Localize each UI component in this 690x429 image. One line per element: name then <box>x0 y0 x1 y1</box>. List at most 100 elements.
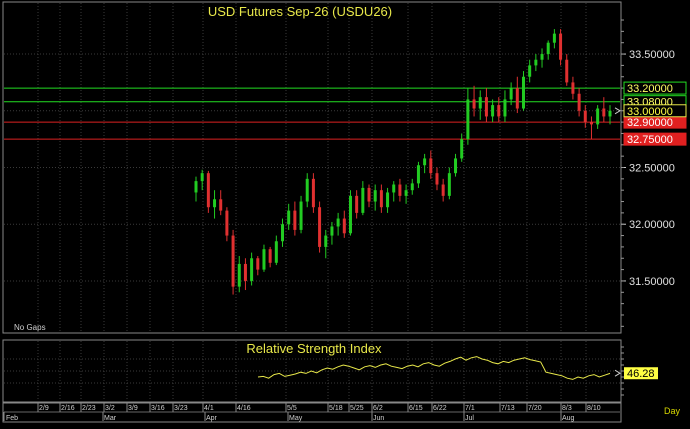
candle-body <box>484 97 488 117</box>
chart-window: USD Futures Sep-26 (USDU26) No Gaps 31.5… <box>0 0 690 424</box>
month-label: May <box>289 415 303 422</box>
candle-body <box>589 122 593 125</box>
candle-body <box>348 195 352 234</box>
candle-body <box>491 105 495 117</box>
candle-body <box>342 218 346 234</box>
candle-body <box>497 105 501 117</box>
candle-body <box>416 165 420 184</box>
candle-body <box>250 258 254 281</box>
candle-body <box>528 65 532 77</box>
candle-body <box>274 241 278 263</box>
candle-body <box>435 173 439 185</box>
price-axis[interactable]: 31.50000 32.00000 32.50000 33.50000 33.20000… <box>614 19 687 327</box>
candle-body <box>336 218 340 227</box>
month-label: Feb <box>6 415 18 422</box>
candle-body <box>243 263 247 281</box>
candle-body <box>478 97 482 109</box>
level-label: 32.90000 <box>627 117 673 129</box>
candle <box>311 173 315 213</box>
time-axis-label: 7/1 <box>465 405 475 412</box>
candle-body <box>225 210 229 236</box>
candle-body <box>441 184 445 196</box>
time-axis-label: 7/13 <box>501 405 515 412</box>
time-axis-label: 2/9 <box>39 405 49 412</box>
candle-body <box>540 54 544 60</box>
candle-body <box>367 187 371 202</box>
period-label[interactable]: Day <box>664 406 681 416</box>
candle-body <box>565 59 569 83</box>
candle-body <box>200 173 204 182</box>
candle-body <box>237 263 241 287</box>
candle-body <box>466 99 470 140</box>
candle-body <box>219 199 223 211</box>
candle-body <box>262 249 266 270</box>
chart-surface: USD Futures Sep-26 (USDU26) No Gaps 31.5… <box>2 1 687 423</box>
candle-body <box>515 88 519 109</box>
last-price-label: 33.00000 <box>627 106 673 118</box>
candle-body <box>392 184 396 193</box>
price-axis-label: 33.50000 <box>629 49 675 61</box>
price-axis-label: 32.00000 <box>629 219 675 231</box>
time-axis-label: 3/2 <box>105 405 115 412</box>
candle-body <box>583 110 587 123</box>
candle-body <box>293 210 297 230</box>
time-axis-label: 6/22 <box>433 405 447 412</box>
candle-body <box>373 190 377 202</box>
candle-body <box>324 235 328 247</box>
candle-body <box>423 158 427 166</box>
candle-body <box>608 110 612 117</box>
time-axis-label: 5/18 <box>329 405 343 412</box>
candle-body <box>410 183 414 191</box>
month-label: Aug <box>562 415 575 422</box>
candle-body <box>546 42 550 55</box>
candle-body <box>552 33 556 43</box>
candle-body <box>386 192 390 208</box>
candle-body <box>596 108 600 125</box>
candle-body <box>256 258 260 270</box>
candle <box>348 190 352 236</box>
candle-body <box>361 187 365 213</box>
level-label: 33.20000 <box>627 83 673 95</box>
candle-body <box>311 178 315 208</box>
rsi-title: Relative Strength Index <box>246 341 382 356</box>
time-axis-label: 6/2 <box>373 405 383 412</box>
candle-body <box>454 158 458 174</box>
time-axis-label: 8/3 <box>562 405 572 412</box>
candle-body <box>447 173 451 196</box>
candle-body <box>509 88 513 100</box>
candle-body <box>287 210 291 225</box>
candle-body <box>559 33 563 60</box>
price-axis-label: 32.50000 <box>629 163 675 175</box>
month-label: Jul <box>465 415 474 422</box>
time-axis-label: 8/10 <box>587 405 601 412</box>
month-label: Mar <box>104 415 117 422</box>
candle-body <box>206 173 210 208</box>
candle <box>521 71 525 111</box>
candle-body <box>330 226 334 236</box>
candle-body <box>460 139 464 159</box>
time-axis-label: 5/25 <box>350 405 364 412</box>
candle-body <box>398 184 402 196</box>
candle <box>206 170 210 213</box>
candle-body <box>268 249 272 263</box>
time-axis-label: 4/1 <box>204 405 214 412</box>
candle-body <box>503 99 507 117</box>
candle-body <box>355 195 359 213</box>
month-label: Apr <box>206 415 218 422</box>
candle-body <box>213 199 217 208</box>
candle-body <box>281 224 285 242</box>
price-chart-title: USD Futures Sep-26 (USDU26) <box>208 4 392 19</box>
price-panel[interactable] <box>2 1 622 334</box>
time-axis-label: 5/5 <box>287 405 297 412</box>
no-gaps-label: No Gaps <box>14 323 46 332</box>
candle <box>231 229 235 295</box>
time-axis-label: 2/16 <box>61 405 75 412</box>
level-label: 32.75000 <box>627 134 673 146</box>
candle-body <box>602 108 606 117</box>
time-axis-label: 3/16 <box>151 405 165 412</box>
time-axis-label: 7/20 <box>528 405 542 412</box>
candle <box>318 201 322 253</box>
candle-body <box>305 178 309 202</box>
rsi-last-label: 46.28 <box>627 368 655 380</box>
candle-body <box>534 59 538 66</box>
